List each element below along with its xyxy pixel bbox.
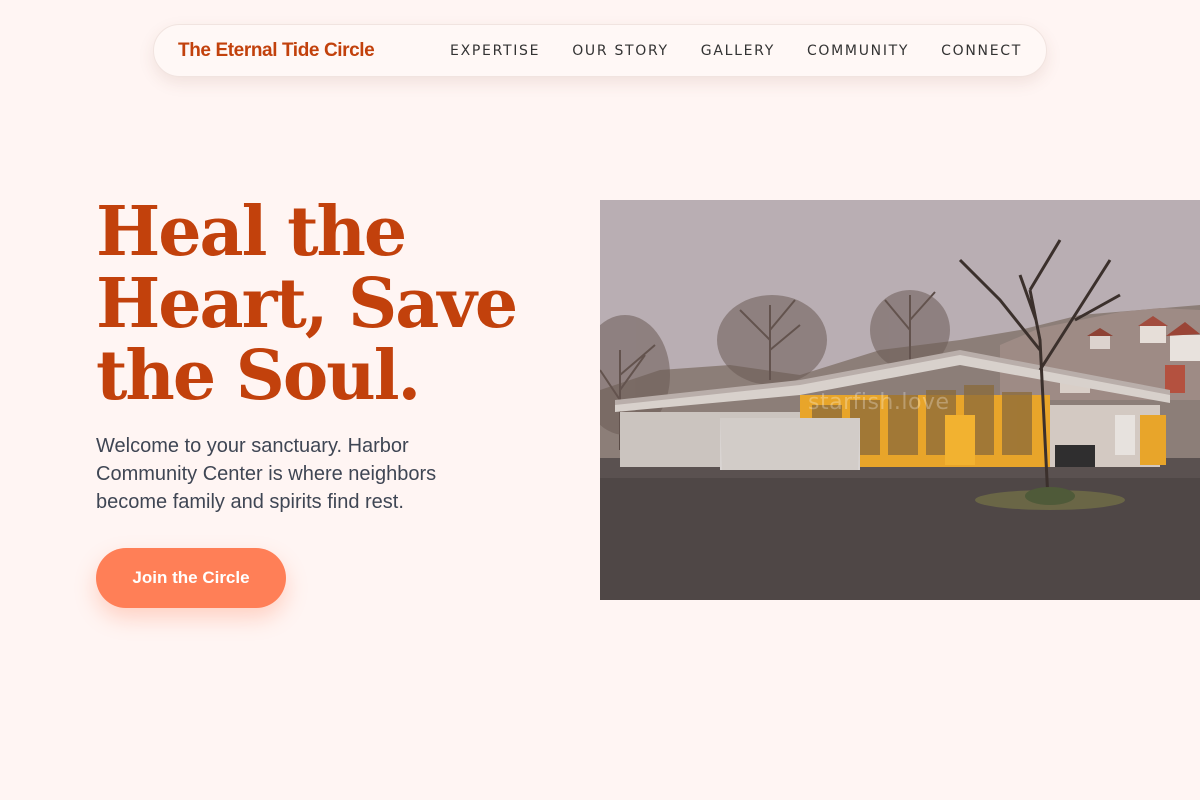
- brand-logo-link[interactable]: The Eternal Tide Circle: [178, 40, 375, 62]
- hero-subtitle: Welcome to your sanctuary. Harbor Commun…: [96, 435, 437, 513]
- nav-link-expertise[interactable]: EXPERTISE: [450, 43, 540, 59]
- join-the-circle-button[interactable]: Join the Circle: [96, 548, 286, 608]
- nav-item: COMMUNITY: [807, 42, 909, 60]
- hero-image-community-center: starfish.love: [600, 200, 1200, 600]
- nav-item: CONNECT: [941, 42, 1022, 60]
- nav-link-connect[interactable]: CONNECT: [941, 43, 1022, 59]
- nav-link-gallery[interactable]: GALLERY: [701, 43, 775, 59]
- nav-item: GALLERY: [701, 42, 775, 60]
- nav-link-our-story[interactable]: OUR STORY: [572, 43, 669, 59]
- nav-item: OUR STORY: [572, 42, 669, 60]
- hero-title: Heal the Heart, Save the Soul.: [96, 192, 518, 416]
- page: The Eternal Tide Circle EXPERTISE OUR ST…: [0, 0, 1200, 800]
- top-navigation: The Eternal Tide Circle EXPERTISE OUR ST…: [153, 24, 1047, 77]
- nav-menu: EXPERTISE OUR STORY GALLERY COMMUNITY CO…: [450, 42, 1022, 60]
- nav-link-community[interactable]: COMMUNITY: [807, 43, 909, 59]
- image-watermark: starfish.love: [808, 390, 950, 415]
- nav-item: EXPERTISE: [450, 42, 540, 60]
